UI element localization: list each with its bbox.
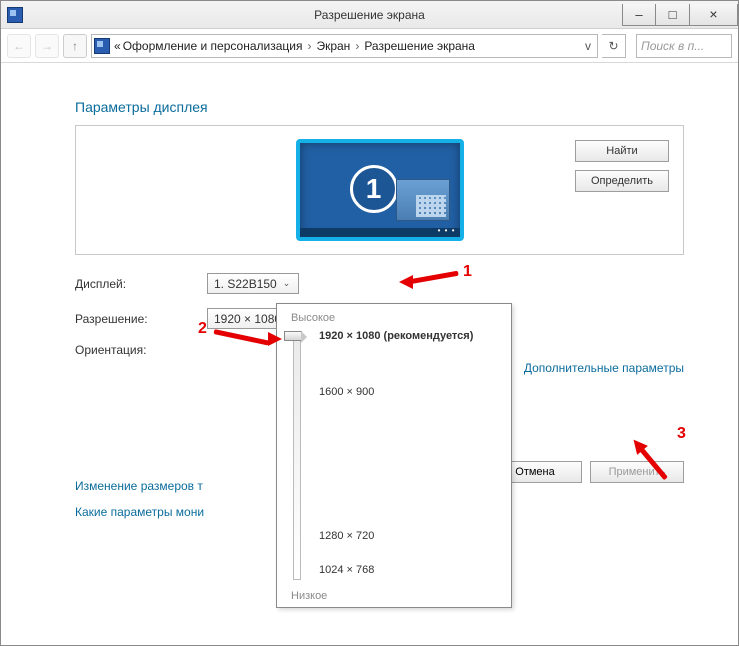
monitor-number: 1: [350, 165, 398, 213]
monitor-icon: [94, 38, 110, 54]
forward-button[interactable]: →: [35, 34, 59, 58]
resolution-option[interactable]: 1280 × 720: [319, 530, 374, 542]
advanced-settings-link[interactable]: Дополнительные параметры: [524, 361, 684, 375]
annotation-number-1: 1: [463, 263, 472, 281]
chevron-down-icon[interactable]: v: [581, 39, 595, 53]
apply-button[interactable]: Применить: [590, 461, 684, 483]
chevron-right-icon: ›: [352, 39, 362, 53]
breadcrumb[interactable]: « Оформление и персонализация › Экран › …: [91, 34, 598, 58]
display-settings-window: Разрешение экрана – □ × ← → ↑ « Оформлен…: [0, 0, 739, 646]
resolution-label: Разрешение:: [75, 312, 207, 326]
titlebar: Разрешение экрана – □ ×: [1, 1, 738, 29]
monitor-desktop-icon: [396, 179, 450, 221]
breadcrumb-prefix: «: [114, 39, 121, 53]
search-placeholder: Поиск в п...: [641, 39, 704, 53]
resolution-option[interactable]: 1600 × 900: [319, 386, 374, 398]
display-label: Дисплей:: [75, 277, 207, 291]
identify-button[interactable]: Определить: [575, 170, 669, 192]
back-button[interactable]: ←: [7, 34, 31, 58]
find-button[interactable]: Найти: [575, 140, 669, 162]
monitor-taskbar: [300, 228, 460, 237]
resolution-list: 1920 × 1080 (рекомендуется) 1600 × 900 1…: [319, 330, 501, 586]
window-controls: – □ ×: [622, 4, 738, 26]
up-button[interactable]: ↑: [63, 34, 87, 58]
slider-track[interactable]: [293, 336, 301, 580]
annotation-number-3: 3: [677, 425, 686, 443]
breadcrumb-seg2[interactable]: Экран: [316, 39, 350, 53]
chevron-down-icon: ⌄: [283, 278, 291, 289]
orientation-label: Ориентация:: [75, 343, 207, 357]
maximize-button[interactable]: □: [656, 4, 690, 26]
search-input[interactable]: Поиск в п...: [636, 34, 732, 58]
breadcrumb-seg1[interactable]: Оформление и персонализация: [123, 39, 303, 53]
slider-thumb[interactable]: [284, 331, 302, 341]
page-title: Параметры дисплея: [75, 99, 684, 115]
navigation-bar: ← → ↑ « Оформление и персонализация › Эк…: [1, 29, 738, 63]
app-icon: [7, 7, 23, 23]
annotation-number-2: 2: [198, 320, 207, 338]
display-select-value: 1. S22B150: [214, 277, 277, 291]
resolution-low-label: Низкое: [291, 590, 501, 602]
resolution-slider[interactable]: [287, 330, 307, 586]
monitor-preview-panel: 1 Найти Определить: [75, 125, 684, 255]
resolution-high-label: Высокое: [291, 312, 501, 324]
close-button[interactable]: ×: [690, 4, 738, 26]
display-select[interactable]: 1. S22B150 ⌄: [207, 273, 299, 294]
window-title: Разрешение экрана: [314, 8, 425, 22]
resolution-dropdown-popup[interactable]: Высокое 1920 × 1080 (рекомендуется) 1600…: [276, 303, 512, 608]
refresh-button[interactable]: ↻: [602, 34, 626, 58]
monitor-preview[interactable]: 1: [296, 139, 464, 241]
minimize-button[interactable]: –: [622, 4, 656, 26]
resolution-option[interactable]: 1024 × 768: [319, 564, 374, 576]
resolution-option[interactable]: 1920 × 1080 (рекомендуется): [319, 330, 473, 342]
breadcrumb-seg3[interactable]: Разрешение экрана: [364, 39, 475, 53]
chevron-right-icon: ›: [304, 39, 314, 53]
